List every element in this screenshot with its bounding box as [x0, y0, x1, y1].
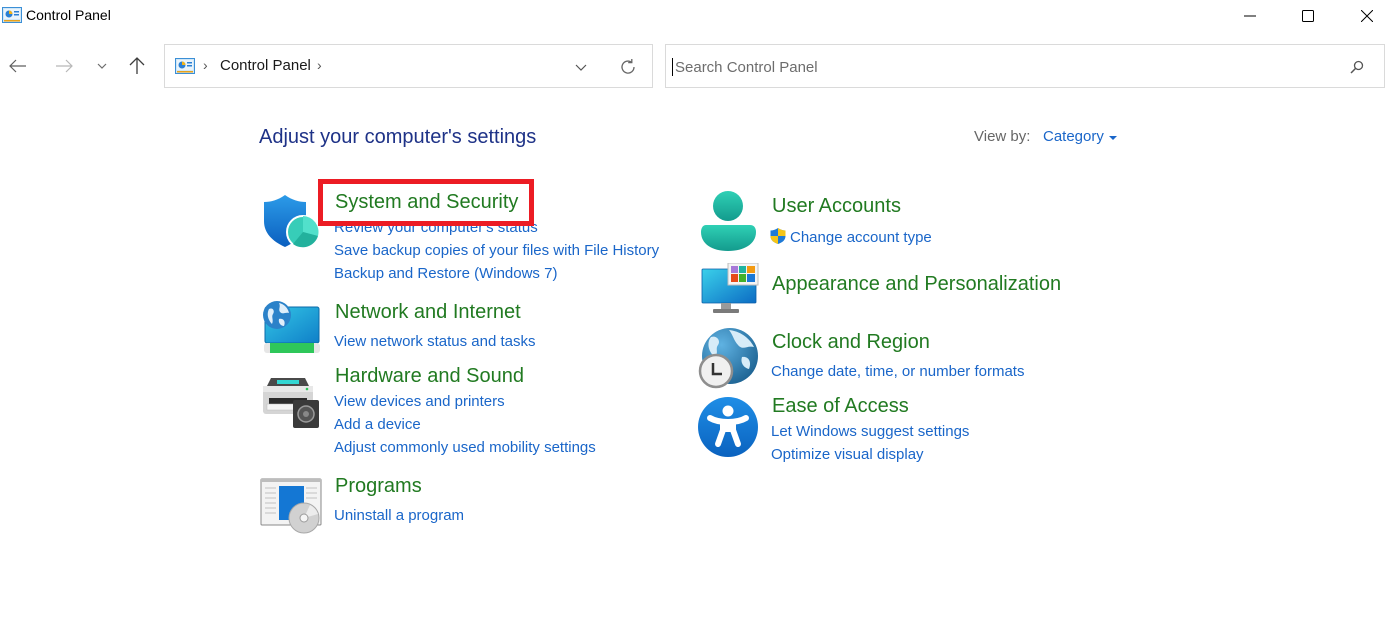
link-view-network-status[interactable]: View network status and tasks	[334, 333, 536, 350]
accessibility-icon[interactable]	[697, 396, 759, 458]
category-title-system-and-security[interactable]: System and Security	[335, 191, 518, 214]
close-button[interactable]	[1344, 0, 1390, 32]
control-panel-breadcrumb-icon	[175, 58, 195, 74]
link-save-backup-file-history[interactable]: Save backup copies of your files with Fi…	[334, 242, 659, 259]
network-icon[interactable]	[261, 299, 323, 361]
search-icon	[1350, 60, 1364, 74]
category-title-clock-and-region[interactable]: Clock and Region	[772, 331, 930, 354]
link-let-windows-suggest-settings[interactable]: Let Windows suggest settings	[771, 423, 969, 440]
window-title: Control Panel	[26, 7, 111, 23]
monitor-palette-icon[interactable]	[700, 262, 762, 325]
refresh-button[interactable]	[617, 56, 639, 78]
arrow-up-icon	[129, 57, 145, 74]
search-box[interactable]	[665, 44, 1385, 88]
view-by-label: View by:	[974, 128, 1031, 145]
back-button[interactable]	[3, 50, 33, 82]
link-view-devices-and-printers[interactable]: View devices and printers	[334, 393, 505, 410]
category-title-network-and-internet[interactable]: Network and Internet	[335, 301, 521, 324]
dropdown-arrow-icon	[1108, 135, 1117, 140]
view-by-selected: Category	[1043, 128, 1104, 145]
chevron-down-icon	[575, 64, 587, 71]
link-change-date-time-formats[interactable]: Change date, time, or number formats	[771, 363, 1024, 380]
up-button[interactable]	[122, 50, 152, 82]
category-title-appearance-and-personalization[interactable]: Appearance and Personalization	[772, 273, 1061, 296]
close-icon	[1361, 10, 1373, 22]
category-title-hardware-and-sound[interactable]: Hardware and Sound	[335, 365, 524, 388]
forward-button[interactable]	[49, 50, 79, 82]
control-panel-app-icon	[2, 7, 22, 23]
link-backup-and-restore[interactable]: Backup and Restore (Windows 7)	[334, 265, 557, 282]
printer-speaker-icon[interactable]	[261, 374, 323, 436]
text-caret	[672, 58, 673, 76]
link-add-a-device[interactable]: Add a device	[334, 416, 421, 433]
view-by-dropdown[interactable]: Category	[1043, 128, 1117, 145]
recent-locations-button[interactable]	[87, 50, 117, 82]
maximize-button[interactable]	[1285, 0, 1331, 32]
maximize-icon	[1302, 10, 1314, 22]
arrow-left-icon	[9, 59, 26, 73]
minimize-icon	[1244, 15, 1256, 17]
breadcrumb-separator[interactable]: ›	[203, 57, 208, 73]
category-title-programs[interactable]: Programs	[335, 475, 422, 498]
address-bar[interactable]: › Control Panel ›	[164, 44, 653, 88]
user-icon[interactable]	[700, 191, 762, 253]
shield-icon[interactable]	[262, 193, 324, 255]
search-button[interactable]	[1346, 57, 1368, 77]
link-mobility-settings[interactable]: Adjust commonly used mobility settings	[334, 439, 596, 456]
address-dropdown-button[interactable]	[570, 57, 592, 77]
globe-clock-icon[interactable]	[697, 327, 759, 389]
title-bar: Control Panel	[0, 0, 1391, 32]
arrow-right-icon	[56, 59, 73, 73]
minimize-button[interactable]	[1227, 0, 1273, 32]
link-review-computer-status[interactable]: Review your computer's status	[334, 219, 538, 236]
refresh-icon	[621, 59, 635, 74]
link-uninstall-a-program[interactable]: Uninstall a program	[334, 507, 464, 524]
programs-disc-icon[interactable]	[260, 478, 322, 540]
chevron-down-icon	[97, 63, 107, 69]
breadcrumb-control-panel[interactable]: Control Panel	[220, 57, 311, 74]
breadcrumb-separator[interactable]: ›	[317, 57, 322, 73]
link-optimize-visual-display[interactable]: Optimize visual display	[771, 446, 924, 463]
uac-shield-icon	[769, 227, 787, 245]
category-title-ease-of-access[interactable]: Ease of Access	[772, 395, 909, 418]
category-title-user-accounts[interactable]: User Accounts	[772, 195, 901, 218]
link-change-account-type-label: Change account type	[790, 229, 932, 246]
page-title: Adjust your computer's settings	[259, 126, 537, 148]
search-input[interactable]	[675, 53, 1335, 81]
link-change-account-type[interactable]: Change account type	[769, 227, 932, 246]
